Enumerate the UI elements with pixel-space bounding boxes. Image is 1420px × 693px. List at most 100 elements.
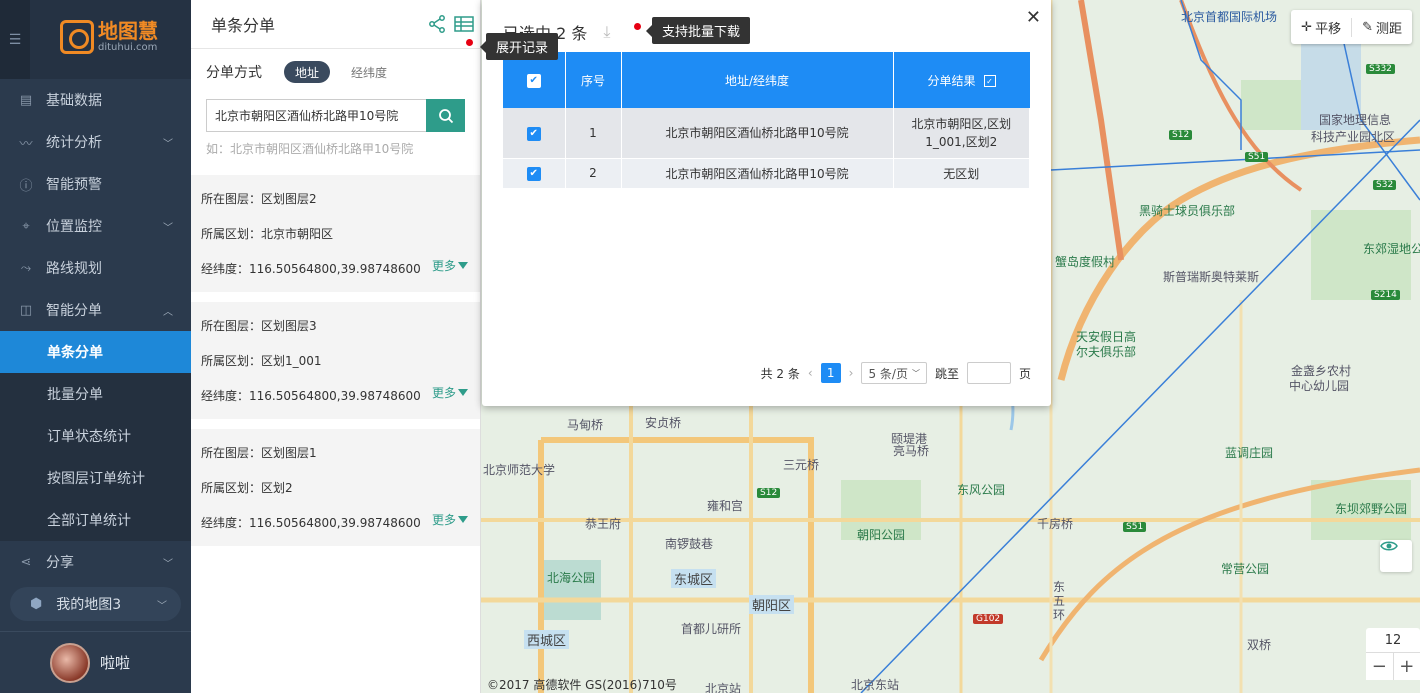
layers-icon: ◫ [19,302,33,318]
sidebar-item-alert[interactable]: ⓘ 智能预警 [0,163,191,205]
map-copyright: ©2017 高德软件 GS(2016)710号 [487,678,677,692]
record-layer: 所在图层：区划图层2 [201,192,317,206]
chevron-down-icon: ﹀ [163,138,173,150]
chevron-down-icon: ﹀ [163,222,173,234]
chevron-down-icon: ﹀ [157,600,167,612]
measure-tool-button[interactable]: ✎ 测距 [1351,17,1412,37]
caret-down-icon [458,389,468,396]
more-link[interactable]: 更多 [432,384,468,401]
sidebar-item-label: 基础数据 [46,93,102,109]
zoom-in-button[interactable]: + [1392,653,1420,680]
next-page-icon[interactable]: › [849,366,854,380]
table-row[interactable]: ✔ 1 北京市朝阳区酒仙桥北路甲10号院 北京市朝阳区,区划1_001,区划2 [503,108,1030,159]
page-size-select[interactable]: 5 条/页 ﹀ [861,362,927,384]
map-label: 首都儿研所 [681,622,742,636]
search-icon [438,108,453,123]
map-label: 蟹岛度假村 [1055,255,1116,269]
menu-toggle-icon[interactable]: ☰ [0,0,30,79]
chevron-down-icon: ﹀ [163,558,173,570]
logo: 地图慧 dituhui.com [60,20,158,54]
sidebar-sub-layer-order-stats[interactable]: 按图层订单统计 [0,457,191,499]
sidebar-item-label: 路线规划 [46,261,102,277]
select-all-checkbox[interactable]: ✔ [526,73,541,88]
sidebar-item-label: 位置监控 [46,219,102,235]
pager-total: 共 2 条 [760,366,800,381]
chevron-up-icon: ︿ [163,306,173,318]
pan-tool-button[interactable]: ✛ 平移 [1291,18,1351,37]
eye-icon [1380,541,1398,551]
column-filter-icon[interactable]: ✓ [983,75,996,87]
row-checkbox[interactable]: ✔ [526,126,541,141]
my-map-selector[interactable]: ⬢ 我的地图3 ﹀ [10,587,181,621]
record-coords: 经纬度：116.50564800,39.98748600 [201,516,421,530]
sidebar-item-share[interactable]: ⋖ 分享 ﹀ [0,541,191,583]
zoom-out-button[interactable]: − [1366,653,1393,680]
sidebar-item-label: 智能预警 [46,177,102,193]
row-result: 北京市朝阳区,区划1_001,区划2 [893,108,1030,159]
sidebar-sub-batch-dispatch[interactable]: 批量分单 [0,373,191,415]
col-result[interactable]: 分单结果 ✓ [893,52,1030,108]
row-index: 2 [565,158,622,189]
route-icon: ⤳ [20,260,32,276]
road-shield: S51 [1245,152,1269,162]
select-all-cell[interactable]: ✔ [503,52,566,108]
download-icon[interactable]: ⤓ [603,22,610,42]
row-address: 北京市朝阳区酒仙桥北路甲10号院 [621,158,894,189]
map-label: 尔夫俱乐部 [1076,345,1137,359]
sidebar-item-smart-dispatch[interactable]: ◫ 智能分单 ︿ [0,289,191,331]
sidebar: ☰ 地图慧 dituhui.com ▤ 基础数据 〰 统计分析 ﹀ ⓘ 智能预警… [0,0,191,693]
close-icon[interactable]: ✕ [1026,7,1041,28]
sidebar-item-location-monitor[interactable]: ⌖ 位置监控 ﹀ [0,205,191,247]
sidebar-header: ☰ 地图慧 dituhui.com [0,0,191,79]
logo-mark-icon [60,20,94,54]
prev-page-icon[interactable]: ‹ [808,366,813,380]
row-checkbox-cell[interactable]: ✔ [503,158,566,189]
dispatch-mode-row: 分单方式 地址 经纬度 [191,49,480,95]
page-number[interactable]: 1 [820,363,841,383]
more-link[interactable]: 更多 [432,257,468,274]
user-profile[interactable]: 啦啦 [0,631,191,693]
jump-label: 跳至 [934,366,959,381]
search-button[interactable] [426,99,465,132]
mode-coords-tab[interactable]: 经纬度 [340,61,398,83]
table-row[interactable]: ✔ 2 北京市朝阳区酒仙桥北路甲10号院 无区划 [503,158,1030,189]
record-coords: 经纬度：116.50564800,39.98748600 [201,262,421,276]
share-icon[interactable] [428,15,446,33]
row-result: 无区划 [893,158,1030,189]
map-label: 恭王府 [585,517,622,531]
sidebar-sub-order-status-stats[interactable]: 订单状态统计 [0,415,191,457]
row-index: 1 [565,108,622,159]
record-list-icon[interactable] [454,15,474,33]
panel-header: 单条分单 [191,0,480,49]
map-label: 科技产业园北区 [1311,130,1396,144]
sidebar-item-route-planning[interactable]: ⤳ 路线规划 [0,247,191,289]
dispatch-record: 所在图层：区划图层2 所属区划：北京市朝阳区 经纬度：116.50564800,… [191,175,480,292]
dispatch-record: 所在图层：区划图层1 所属区划：区划2 经纬度：116.50564800,39.… [191,429,480,546]
share-icon: ⋖ [20,554,32,570]
map-label: 千房桥 [1037,517,1074,531]
sidebar-sub-all-order-stats[interactable]: 全部订单统计 [0,499,191,541]
map-toolbar: ✛ 平移 ✎ 测距 [1291,10,1412,44]
map-label: 斯普瑞斯奥特莱斯 [1163,270,1260,284]
jump-page-input[interactable] [966,362,1011,384]
col-index: 序号 [565,52,622,108]
record-layer: 所在图层：区划图层3 [201,319,317,333]
pagination: 共 2 条 ‹ 1 › 5 条/页 ﹀ 跳至 页 [761,362,1031,384]
road-shield: S51 [1123,522,1147,532]
road-shield: S12 [757,488,781,498]
row-checkbox-cell[interactable]: ✔ [503,108,566,159]
address-search-input[interactable] [206,99,426,132]
sidebar-item-basic-data[interactable]: ▤ 基础数据 [0,79,191,121]
dispatch-record: 所在图层：区划图层3 所属区划：区划1_001 经纬度：116.50564800… [191,302,480,419]
map-label: 东城区 [671,569,717,588]
info-icon: ⓘ [19,178,33,194]
sidebar-sub-single-dispatch[interactable]: 单条分单 [0,331,191,373]
layer-visibility-button[interactable] [1380,540,1412,572]
col-result-label: 分单结果 [927,73,976,88]
logo-domain: dituhui.com [98,42,158,53]
more-link[interactable]: 更多 [432,511,468,528]
row-checkbox[interactable]: ✔ [526,166,541,181]
mode-address-tab[interactable]: 地址 [284,61,331,83]
sidebar-item-statistics[interactable]: 〰 统计分析 ﹀ [0,121,191,163]
avatar [50,642,90,683]
